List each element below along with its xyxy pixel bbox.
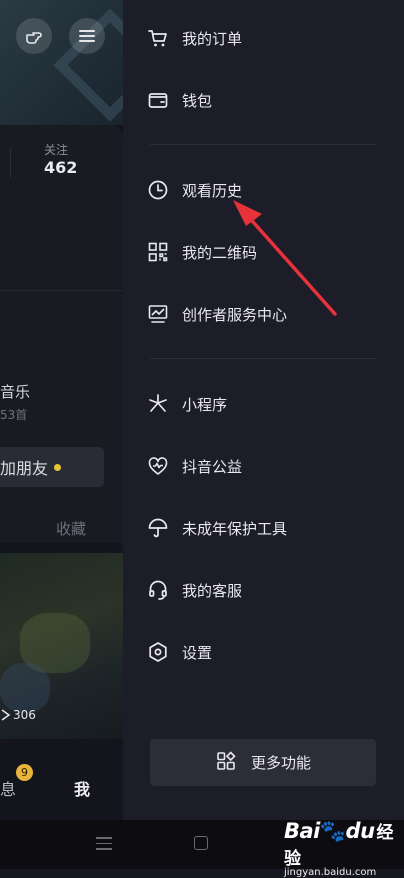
profile-cover bbox=[0, 0, 123, 125]
heart-charity-icon bbox=[147, 455, 169, 477]
menu-divider bbox=[150, 144, 376, 145]
qrcode-icon bbox=[147, 241, 169, 263]
notification-dot bbox=[54, 463, 62, 471]
mini-program-icon bbox=[147, 393, 169, 415]
tab-favorites[interactable]: 收藏 bbox=[56, 518, 86, 539]
menu-item-customer-service[interactable]: 我的客服 bbox=[147, 570, 387, 610]
music-title[interactable]: 音乐 bbox=[0, 381, 30, 402]
music-count: 53首 bbox=[0, 408, 28, 422]
menu-item-label: 抖音公益 bbox=[182, 457, 243, 476]
menu-item-label: 设置 bbox=[182, 643, 213, 662]
menu-item-label: 未成年保护工具 bbox=[182, 519, 288, 538]
menu-item-label: 创作者服务中心 bbox=[182, 305, 288, 324]
settings-hexagon-icon bbox=[147, 641, 169, 663]
creator-chart-icon bbox=[147, 303, 169, 325]
menu-item-settings[interactable]: 设置 bbox=[147, 632, 387, 672]
play-count-value: 306 bbox=[13, 708, 36, 722]
wallet-icon bbox=[147, 89, 169, 111]
menu-item-qrcode[interactable]: 我的二维码 bbox=[147, 232, 387, 272]
side-drawer: 我的订单 钱包 观看历史 我的二维码 创作者服务中心 小程序 抖音公益 未成年保… bbox=[123, 0, 404, 820]
menu-item-creator-center[interactable]: 创作者服务中心 bbox=[147, 294, 387, 334]
menu-divider bbox=[150, 358, 376, 359]
baidu-jingyan-watermark: Bai🐾du 经验 jingyan.baidu.com bbox=[284, 819, 394, 878]
menu-item-watch-history[interactable]: 观看历史 bbox=[147, 170, 387, 210]
menu-item-minor-protection[interactable]: 未成年保护工具 bbox=[147, 508, 387, 548]
play-icon bbox=[1, 709, 11, 721]
menu-icon[interactable] bbox=[69, 18, 105, 54]
add-friend-label: 加朋友 bbox=[0, 459, 49, 478]
menu-item-wallet[interactable]: 钱包 bbox=[147, 80, 387, 120]
clock-icon bbox=[147, 179, 169, 201]
section-divider bbox=[0, 290, 123, 291]
more-features-button[interactable]: 更多功能 bbox=[150, 739, 376, 786]
menu-item-label: 钱包 bbox=[182, 91, 213, 110]
message-badge: 9 bbox=[16, 764, 33, 781]
grid-apps-icon bbox=[215, 750, 237, 776]
stat-divider bbox=[10, 148, 11, 178]
menu-item-label: 我的客服 bbox=[182, 581, 243, 600]
hand-point-icon[interactable] bbox=[16, 18, 52, 54]
tab-messages[interactable]: 息 bbox=[0, 776, 16, 800]
play-count: 306 bbox=[0, 708, 36, 722]
more-features-label: 更多功能 bbox=[250, 754, 311, 772]
menu-item-label: 我的订单 bbox=[182, 29, 243, 48]
tab-me[interactable]: 我 bbox=[74, 776, 90, 800]
umbrella-icon bbox=[147, 517, 169, 539]
following-count[interactable]: 462 bbox=[44, 158, 77, 177]
add-friend-button[interactable]: 加朋友 bbox=[0, 447, 104, 487]
home-icon[interactable] bbox=[194, 836, 208, 850]
headset-icon bbox=[147, 579, 169, 601]
following-label: 关注 bbox=[44, 143, 69, 157]
recent-apps-icon[interactable] bbox=[96, 837, 112, 854]
profile-page-background: 关注 462 音乐 53首 加朋友 收藏 306 息 9 我 bbox=[0, 0, 123, 820]
menu-item-label: 我的二维码 bbox=[182, 243, 258, 262]
menu-item-mini-programs[interactable]: 小程序 bbox=[147, 384, 387, 424]
menu-item-label: 观看历史 bbox=[182, 181, 243, 200]
menu-item-orders[interactable]: 我的订单 bbox=[147, 18, 387, 58]
cart-icon bbox=[147, 27, 169, 49]
menu-item-charity[interactable]: 抖音公益 bbox=[147, 446, 387, 486]
menu-item-label: 小程序 bbox=[182, 395, 228, 414]
